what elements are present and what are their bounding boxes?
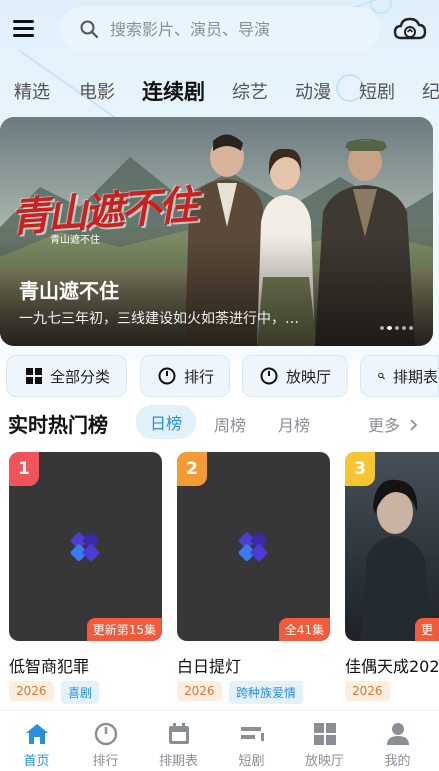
search-icon	[378, 372, 385, 380]
hot-list-title: 实时热门榜	[8, 413, 108, 437]
category-tabs: 精选 电影 连续剧 综艺 动漫 短剧 纪	[0, 70, 439, 110]
year-tag: 2026	[177, 681, 222, 701]
rank-badge: 1	[9, 452, 39, 486]
episode-status: 全41集	[278, 618, 330, 641]
nav-profile[interactable]: 我的	[361, 711, 434, 771]
rank-badge: 3	[345, 452, 375, 486]
placeholder-logo-icon	[70, 532, 100, 562]
featured-banner[interactable]: 青山遮不住 青山遮不住 青山遮不住 一九七三年初，三线建设如火如荼进行中，…	[0, 117, 433, 346]
page-dot	[402, 326, 406, 330]
tab-weekly[interactable]: 周榜	[214, 412, 246, 436]
banner-logo-subtitle: 青山遮不住	[50, 235, 100, 246]
page-dot-active	[387, 326, 392, 330]
nav-schedule-label: 排期表	[158, 754, 198, 769]
nav-home[interactable]: 首页	[0, 711, 73, 771]
hot-card-3[interactable]: 3 更	[345, 452, 439, 641]
banner-title: 青山遮不住	[19, 279, 119, 303]
search-icon	[80, 20, 98, 38]
episode-status: 更新第15集	[86, 618, 162, 641]
menu-button[interactable]	[10, 14, 38, 42]
schedule-label: 排期表	[392, 367, 438, 386]
year-tag: 2026	[9, 681, 54, 701]
grid-icon	[313, 723, 336, 745]
page-dot	[409, 326, 413, 330]
card-title[interactable]: 佳偶天成202	[345, 653, 439, 677]
banner-page-dots[interactable]	[380, 326, 413, 330]
search-input[interactable]	[110, 19, 350, 39]
theater-label: 放映厅	[286, 367, 332, 386]
hot-card-2[interactable]: 2 全41集	[177, 452, 330, 641]
hot-card-1[interactable]: 1 更新第15集	[9, 452, 162, 641]
tab-movies[interactable]: 电影	[79, 78, 115, 104]
schedule-button[interactable]: 排期表	[360, 355, 439, 397]
genre-tag: 跨种族爱情	[229, 681, 304, 704]
more-link[interactable]: 更多	[368, 412, 419, 436]
cloud-sync-icon	[393, 17, 427, 40]
nav-ranking[interactable]: 排行	[69, 711, 142, 771]
nav-ranking-label: 排行	[92, 754, 119, 769]
card-title[interactable]: 低智商犯罪	[9, 653, 89, 677]
tab-daily[interactable]: 日榜	[136, 405, 197, 439]
year-tag: 2026	[345, 681, 390, 701]
app-header	[0, 0, 439, 60]
bottom-navigation: 首页 排行 排期表 短剧 放映厅 我的	[0, 710, 439, 771]
chevron-right-icon	[410, 419, 418, 431]
home-icon	[25, 724, 48, 744]
placeholder-logo-icon	[238, 532, 268, 562]
tab-short-drama[interactable]: 短剧	[359, 78, 395, 104]
ranking-label: 排行	[184, 367, 215, 386]
tab-monthly[interactable]: 月榜	[278, 412, 310, 436]
user-icon	[386, 723, 409, 745]
circle-icon	[94, 722, 117, 746]
search-bar[interactable]	[60, 7, 380, 51]
all-categories-label: 全部分类	[50, 367, 111, 386]
theater-button[interactable]: 放映厅	[242, 355, 348, 397]
episode-status: 更	[414, 618, 439, 641]
nav-short-drama[interactable]: 短剧	[215, 711, 288, 771]
card-title[interactable]: 白日提灯	[177, 653, 241, 677]
tab-series[interactable]: 连续剧	[142, 76, 205, 106]
menu-icon	[13, 27, 34, 30]
calendar-icon	[168, 723, 189, 744]
nav-profile-label: 我的	[384, 754, 411, 769]
grid-icon	[26, 368, 42, 384]
short-drama-icon	[240, 727, 264, 741]
banner-description: 一九七三年初，三线建设如火如荼进行中，…	[19, 311, 299, 327]
nav-theater[interactable]: 放映厅	[288, 711, 361, 771]
tab-documentary[interactable]: 纪	[422, 78, 439, 104]
ranking-button[interactable]: 排行	[140, 355, 230, 397]
rank-badge: 2	[177, 452, 207, 486]
genre-tag: 喜剧	[61, 681, 100, 704]
nav-theater-label: 放映厅	[304, 754, 344, 769]
tab-anime[interactable]: 动漫	[295, 78, 331, 104]
more-label: 更多	[368, 416, 401, 435]
menu-icon	[13, 20, 34, 23]
all-categories-button[interactable]: 全部分类	[6, 355, 127, 397]
tab-variety[interactable]: 综艺	[232, 78, 268, 104]
page-dot	[395, 326, 399, 330]
circle-icon	[260, 367, 278, 385]
menu-icon	[13, 34, 34, 37]
circle-icon	[158, 367, 176, 385]
cloud-sync-button[interactable]	[393, 14, 427, 44]
nav-short-drama-label: 短剧	[238, 754, 265, 769]
nav-home-label: 首页	[23, 754, 50, 769]
page-dot	[380, 326, 384, 330]
tab-featured[interactable]: 精选	[14, 78, 50, 104]
nav-schedule[interactable]: 排期表	[142, 711, 215, 771]
